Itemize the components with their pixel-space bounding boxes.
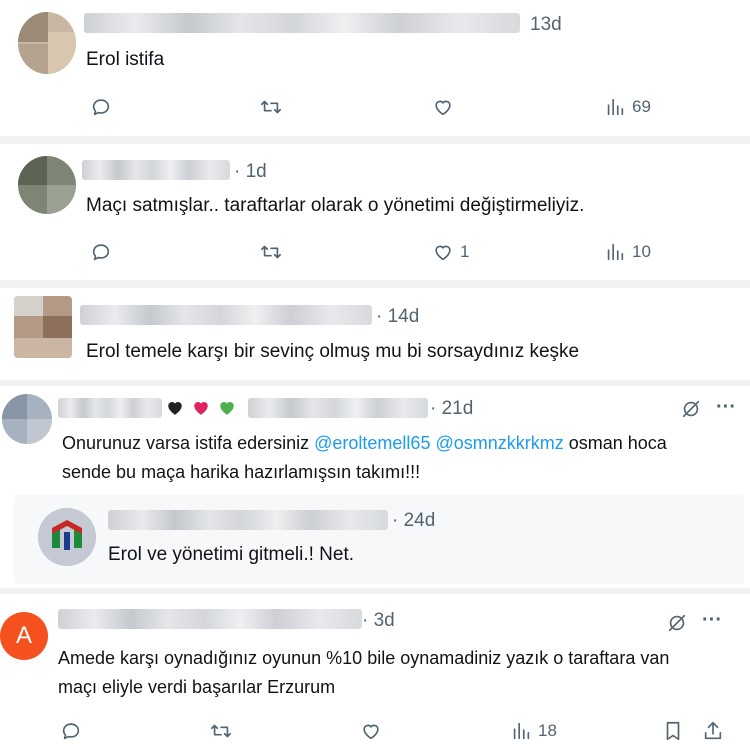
- like-count: 1: [460, 242, 470, 261]
- separator: [0, 380, 750, 386]
- heart-icon: [435, 100, 451, 116]
- user-handle-redacted[interactable]: [248, 398, 428, 418]
- tweet-time[interactable]: · 1d: [234, 161, 267, 183]
- reply-icon: [62, 723, 80, 740]
- mention-link[interactable]: @osmnzkkrkmz: [435, 433, 563, 453]
- tweet-time[interactable]: · 14d: [376, 306, 419, 328]
- tweet-text-line2: maçı eliyle verdi başarılar Erzurum: [58, 677, 336, 697]
- avatar[interactable]: [14, 296, 72, 358]
- tweet-text: Maçı satmışlar.. taraftarlar olarak o yö…: [86, 195, 585, 216]
- reply-icon: [92, 244, 110, 261]
- green-heart-icon: [220, 402, 234, 415]
- like-button[interactable]: 1: [432, 241, 469, 263]
- retweet-button[interactable]: [210, 720, 232, 742]
- more-options-button[interactable]: ···: [702, 609, 722, 632]
- tweet-text-line1: Onurunuz varsa istifa edersiniz @eroltem…: [62, 428, 667, 458]
- tweet-time[interactable]: 13d: [530, 14, 562, 36]
- reply-button[interactable]: [90, 96, 112, 118]
- tweet-text-line2: sende bu maça harika hazırlamışsın takım…: [62, 462, 421, 482]
- views-count: 69: [632, 97, 651, 116]
- red-heart-icon: [194, 402, 208, 415]
- share-icon: [704, 721, 722, 740]
- user-name-redacted[interactable]: [58, 609, 362, 629]
- views-button[interactable]: 69: [604, 96, 651, 118]
- like-button[interactable]: [432, 96, 454, 118]
- separator: [0, 588, 750, 594]
- reply-icon: [92, 99, 110, 116]
- retweet-icon: [261, 100, 281, 114]
- avatar[interactable]: [2, 394, 52, 444]
- retweet-button[interactable]: [260, 96, 282, 118]
- separator: [0, 280, 750, 288]
- tweet-time[interactable]: · 21d: [430, 398, 473, 420]
- views-button[interactable]: 18: [510, 720, 557, 742]
- reply-button[interactable]: [90, 241, 112, 263]
- bookmark-button[interactable]: [662, 720, 684, 742]
- views-count: 10: [632, 242, 651, 261]
- retweet-icon: [211, 724, 231, 738]
- avatar[interactable]: A: [0, 612, 48, 660]
- user-name-redacted[interactable]: [80, 305, 372, 325]
- retweet-button[interactable]: [260, 241, 282, 263]
- retweet-icon: [261, 245, 281, 259]
- avatar[interactable]: [18, 12, 76, 74]
- tweet-time[interactable]: · 3d: [362, 610, 395, 632]
- views-count: 18: [538, 721, 557, 740]
- tweet-text: Erol temele karşı bir sevinç olmuş mu bi…: [86, 341, 580, 362]
- tweet-text: Erol istifa: [86, 49, 165, 70]
- reply-button[interactable]: [60, 720, 82, 742]
- bookmark-icon: [666, 721, 680, 741]
- tweet-text: Erol ve yönetimi gitmeli.! Net.: [108, 544, 355, 565]
- grok-icon[interactable]: [666, 612, 688, 634]
- views-icon: [607, 98, 624, 116]
- views-icon: [513, 722, 530, 740]
- separator: [0, 136, 750, 144]
- user-name-redacted[interactable]: [108, 510, 388, 530]
- nested-reply[interactable]: · 24d Erol ve yönetimi gitmeli.! Net.: [14, 494, 744, 584]
- user-name-redacted[interactable]: [58, 398, 162, 418]
- views-icon: [607, 243, 624, 261]
- logo-icon: [38, 508, 96, 566]
- avatar[interactable]: [38, 508, 96, 566]
- views-button[interactable]: 10: [604, 241, 651, 263]
- avatar-letter: A: [15, 622, 32, 649]
- black-heart-icon: [168, 402, 182, 415]
- heart-icon: [435, 245, 451, 261]
- user-name-redacted[interactable]: [84, 13, 520, 33]
- more-options-button[interactable]: ···: [716, 396, 736, 419]
- tweet-text-part: osman hoca: [563, 433, 667, 453]
- tweet-text-part: Onurunuz varsa istifa edersiniz: [62, 433, 315, 453]
- tweet-time[interactable]: · 24d: [392, 510, 435, 532]
- user-name-redacted[interactable]: [82, 160, 230, 180]
- heart-icon: [363, 724, 379, 740]
- mention-link[interactable]: @eroltemell65: [314, 433, 430, 453]
- avatar[interactable]: [18, 156, 76, 214]
- like-button[interactable]: [360, 720, 382, 742]
- share-button[interactable]: [702, 720, 724, 742]
- grok-icon[interactable]: [680, 398, 702, 420]
- tweet-text-line1: Amede karşı oynadığınız oyunun %10 bile …: [58, 648, 670, 668]
